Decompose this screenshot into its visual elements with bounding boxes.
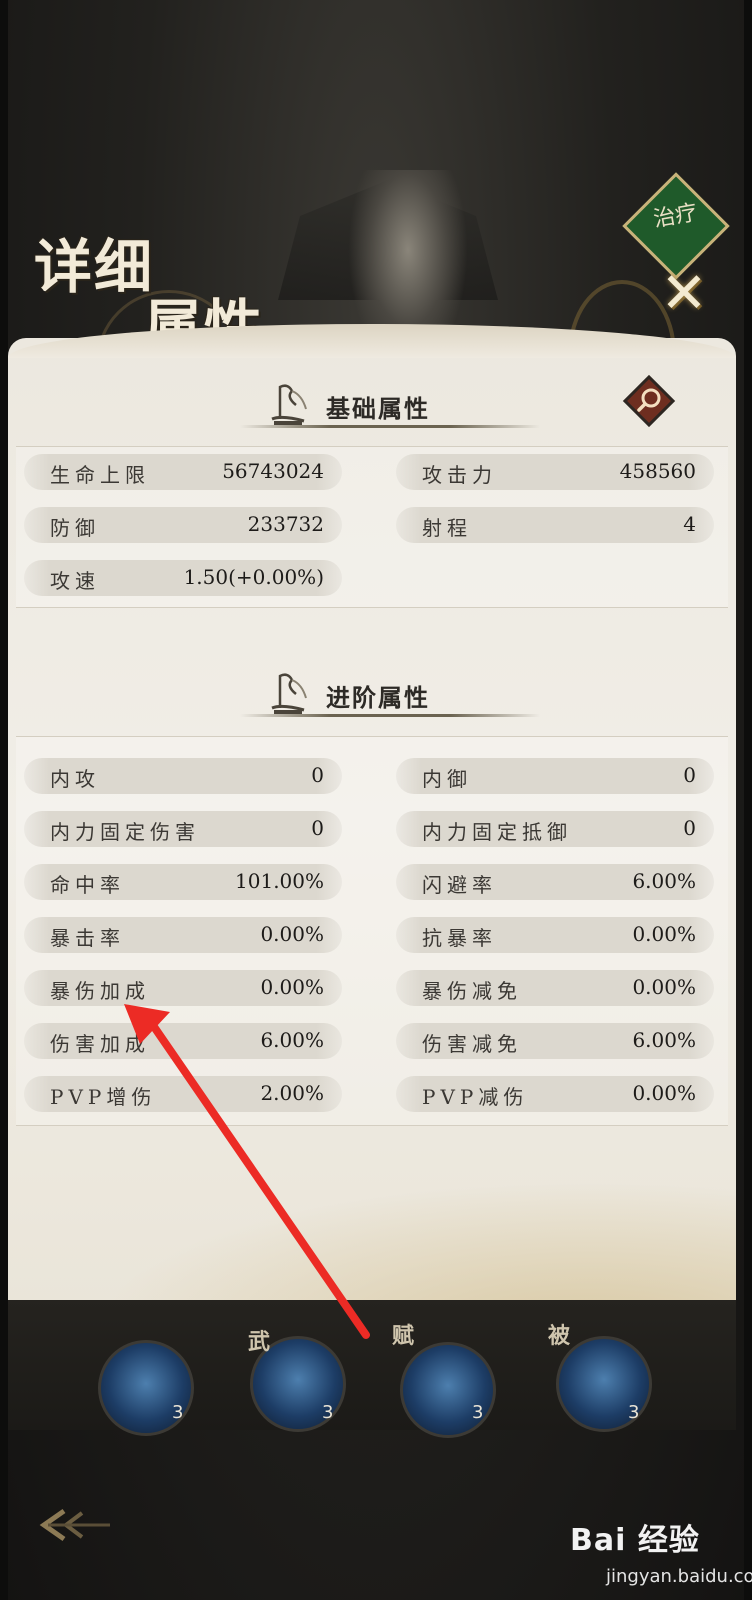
stat-row: PVP增伤 2.00% <box>24 1076 342 1112</box>
back-arrow-icon[interactable] <box>34 1505 114 1545</box>
magnifier-icon[interactable] <box>620 372 678 430</box>
stat-label: PVP增伤 <box>50 1085 157 1109</box>
section-divider <box>240 714 540 717</box>
stat-value: 0.00% <box>632 1081 696 1105</box>
stat-label: 抗暴率 <box>422 926 497 950</box>
stat-row: 伤害减免 6.00% <box>396 1023 714 1059</box>
brush-scroll-icon <box>271 384 307 425</box>
stat-row: 暴伤减免 0.00% <box>396 970 714 1006</box>
right-edge <box>744 0 752 1600</box>
stat-label: PVP减伤 <box>422 1085 529 1109</box>
stat-row: 射程 4 <box>396 507 714 543</box>
stat-row: 内御 0 <box>396 758 714 794</box>
basic-section-title: 基础属性 <box>240 383 540 433</box>
basic-section-label: 基础属性 <box>326 394 430 423</box>
stat-value: 0 <box>683 763 696 787</box>
page-title-line1: 详细 <box>34 233 155 301</box>
stat-row: 暴击率 0.00% <box>24 917 342 953</box>
stat-label: 内力固定抵御 <box>422 820 572 844</box>
stat-label: 暴伤减免 <box>422 979 522 1003</box>
stat-value: 0 <box>683 816 696 840</box>
stat-label: 攻速 <box>50 569 100 593</box>
brush-scroll-icon <box>271 673 307 714</box>
stat-label: 生命上限 <box>50 463 150 487</box>
stat-row: 内力固定伤害 0 <box>24 811 342 847</box>
stat-row: 暴伤加成 0.00% <box>24 970 342 1006</box>
stat-label: 攻击力 <box>422 463 497 487</box>
stat-value: 101.00% <box>235 869 324 893</box>
stat-label: 闪避率 <box>422 873 497 897</box>
stat-value: 2.00% <box>260 1081 324 1105</box>
stat-value: 56743024 <box>222 459 324 483</box>
stat-row: PVP减伤 0.00% <box>396 1076 714 1112</box>
stat-value: 1.50(+0.00%) <box>183 565 324 589</box>
stat-value: 0.00% <box>260 975 324 999</box>
stat-value: 4 <box>683 512 696 536</box>
stat-value: 6.00% <box>260 1028 324 1052</box>
advanced-section-title: 进阶属性 <box>240 672 540 722</box>
stat-value: 0.00% <box>632 975 696 999</box>
stat-value: 6.00% <box>632 1028 696 1052</box>
skill-orb-icon[interactable] <box>400 1342 496 1438</box>
stat-row: 闪避率 6.00% <box>396 864 714 900</box>
skill-count: 3 <box>628 1402 640 1423</box>
stat-label: 暴击率 <box>50 926 125 950</box>
skill-count: 3 <box>172 1402 184 1423</box>
stat-value: 458560 <box>619 459 696 483</box>
stat-row: 伤害加成 6.00% <box>24 1023 342 1059</box>
stat-row: 攻击力 458560 <box>396 454 714 490</box>
stat-label: 伤害加成 <box>50 1032 150 1056</box>
stat-value: 0.00% <box>632 922 696 946</box>
skill-tag: 被 <box>548 1323 571 1349</box>
stat-value: 233732 <box>247 512 324 536</box>
close-icon[interactable]: ✕ <box>658 266 710 322</box>
left-edge <box>0 0 8 1600</box>
advanced-section-label: 进阶属性 <box>326 683 430 712</box>
stat-label: 防御 <box>50 516 100 540</box>
stat-label: 内攻 <box>50 767 100 791</box>
stat-label: 内力固定伤害 <box>50 820 200 844</box>
skill-count: 3 <box>472 1402 484 1423</box>
skill-count: 3 <box>322 1402 334 1423</box>
stat-row: 抗暴率 0.00% <box>396 917 714 953</box>
baidu-watermark-url: jingyan.baidu.com <box>606 1566 752 1587</box>
skill-tag: 赋 <box>392 1323 415 1349</box>
stat-row: 生命上限 56743024 <box>24 454 342 490</box>
stat-label: 射程 <box>422 516 472 540</box>
stat-row: 内攻 0 <box>24 758 342 794</box>
stat-label: 暴伤加成 <box>50 979 150 1003</box>
skill-tag: 武 <box>248 1329 271 1355</box>
section-divider <box>240 425 540 428</box>
scroll-bottom-wash <box>8 1154 736 1304</box>
stat-label: 内御 <box>422 767 472 791</box>
stat-value: 0 <box>311 763 324 787</box>
stat-value: 0 <box>311 816 324 840</box>
baidu-watermark: Bai 经验 <box>570 1523 700 1558</box>
stat-row: 命中率 101.00% <box>24 864 342 900</box>
stat-row: 内力固定抵御 0 <box>396 811 714 847</box>
stat-label: 命中率 <box>50 873 125 897</box>
stat-row: 攻速 1.50(+0.00%) <box>24 560 342 596</box>
stat-row: 防御 233732 <box>24 507 342 543</box>
stat-value: 6.00% <box>632 869 696 893</box>
stat-label: 伤害减免 <box>422 1032 522 1056</box>
stat-value: 0.00% <box>260 922 324 946</box>
